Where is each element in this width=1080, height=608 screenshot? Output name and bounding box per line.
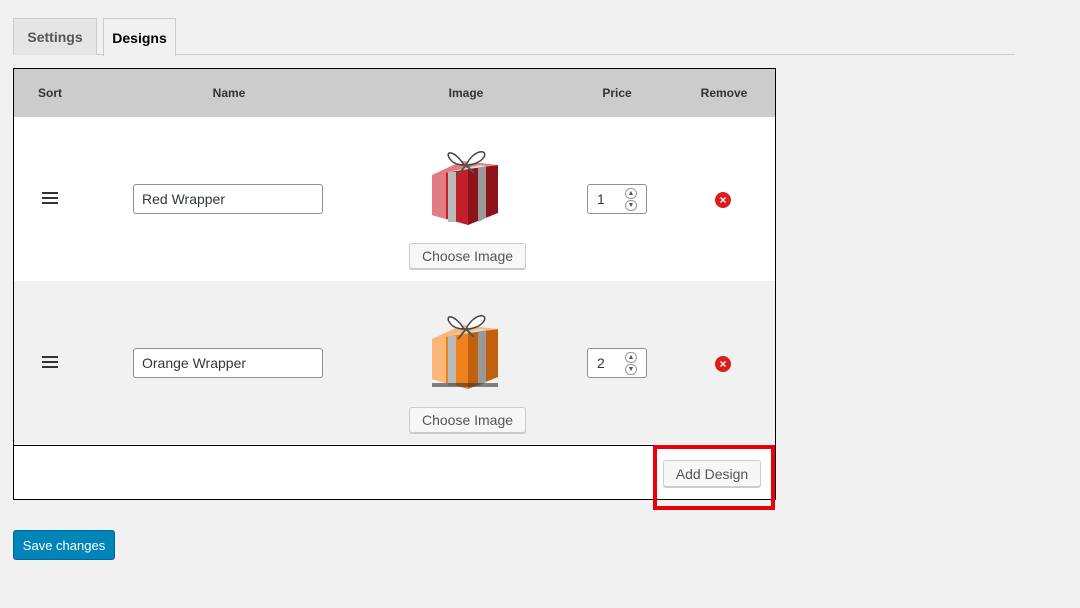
remove-icon[interactable]: × bbox=[715, 356, 731, 372]
choose-image-button[interactable]: Choose Image bbox=[409, 243, 526, 269]
price-value: 2 bbox=[597, 355, 605, 371]
increment-icon[interactable]: ▲ bbox=[625, 188, 637, 199]
table-header: Sort Name Image Price Remove bbox=[14, 69, 775, 117]
column-header-name: Name bbox=[212, 86, 246, 100]
orange-gift-box-icon bbox=[432, 315, 498, 389]
column-header-image: Image bbox=[448, 86, 484, 100]
price-value: 1 bbox=[597, 191, 605, 207]
price-stepper[interactable]: 2 ▲ ▼ bbox=[587, 348, 647, 378]
price-stepper[interactable]: 1 ▲ ▼ bbox=[587, 184, 647, 214]
column-header-price: Price bbox=[602, 86, 632, 100]
table-row: Choose Image 1 ▲ ▼ × bbox=[14, 117, 775, 280]
column-header-sort: Sort bbox=[38, 86, 62, 100]
drag-handle-icon[interactable] bbox=[42, 356, 58, 368]
save-changes-button[interactable]: Save changes bbox=[13, 530, 115, 560]
design-name-input[interactable] bbox=[133, 348, 323, 378]
table-row: Choose Image 2 ▲ ▼ × bbox=[14, 281, 775, 444]
drag-handle-icon[interactable] bbox=[42, 192, 58, 204]
tab-designs[interactable]: Designs bbox=[103, 18, 176, 56]
decrement-icon[interactable]: ▼ bbox=[625, 364, 637, 375]
choose-image-button[interactable]: Choose Image bbox=[409, 407, 526, 433]
tab-settings[interactable]: Settings bbox=[13, 18, 97, 55]
column-header-remove: Remove bbox=[700, 86, 748, 100]
design-name-input[interactable] bbox=[133, 184, 323, 214]
add-design-button[interactable]: Add Design bbox=[663, 460, 761, 487]
remove-icon[interactable]: × bbox=[715, 192, 731, 208]
table-footer: Add Design bbox=[14, 445, 775, 499]
tab-bar: Settings Designs bbox=[13, 18, 1015, 56]
designs-table: Sort Name Image Price Remove Choose Imag… bbox=[13, 68, 776, 500]
red-gift-box-icon bbox=[432, 151, 498, 225]
increment-icon[interactable]: ▲ bbox=[625, 352, 637, 363]
decrement-icon[interactable]: ▼ bbox=[625, 200, 637, 211]
